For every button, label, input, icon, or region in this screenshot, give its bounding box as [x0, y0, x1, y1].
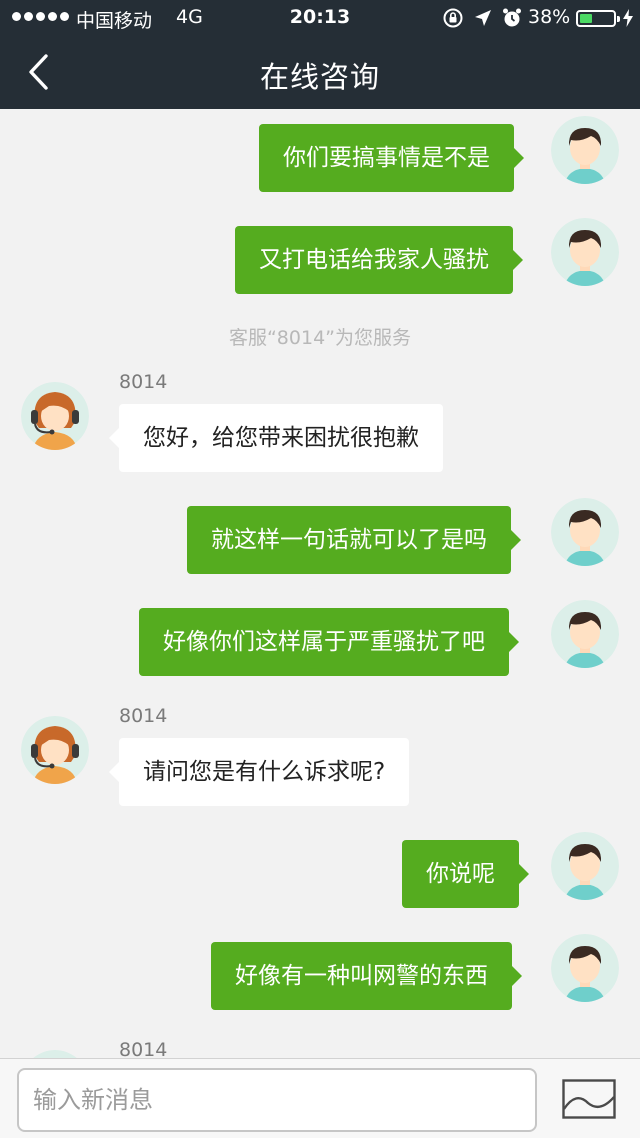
status-bar: 中国移动 4G 20:13 38% — [0, 0, 640, 36]
user-avatar[interactable] — [551, 116, 619, 184]
agent-avatar[interactable] — [21, 716, 89, 784]
chat-message-list[interactable]: 你们要搞事情是不是 又打电话给我家人骚扰 客服“8014”为您服务 8014 您… — [0, 109, 640, 1059]
agent-message-bubble[interactable]: 您好，给您带来困扰很抱歉 — [109, 404, 443, 472]
agent-avatar[interactable] — [21, 382, 89, 450]
battery-percent: 38% — [528, 6, 571, 28]
user-message-bubble[interactable]: 就这样一句话就可以了是吗 — [187, 506, 521, 574]
user-avatar[interactable] — [551, 218, 619, 286]
message-input[interactable] — [17, 1068, 537, 1132]
user-message-bubble[interactable]: 又打电话给我家人骚扰 — [235, 226, 523, 294]
agent-message-bubble[interactable]: 请问您是有什么诉求呢? — [108, 738, 410, 806]
agent-name: 8014 — [119, 705, 168, 727]
battery-icon — [576, 10, 620, 27]
location-arrow-icon — [475, 10, 491, 26]
alarm-clock-icon — [503, 8, 521, 27]
user-avatar[interactable] — [551, 934, 619, 1002]
rotation-lock-icon — [443, 8, 463, 28]
user-avatar[interactable] — [551, 498, 619, 566]
page-title: 在线咨询 — [259, 60, 380, 94]
image-picture-icon[interactable] — [562, 1079, 616, 1119]
user-avatar[interactable] — [551, 600, 619, 668]
system-note: 客服“8014”为您服务 — [228, 327, 412, 349]
message-input-bar — [0, 1058, 640, 1138]
user-avatar[interactable] — [551, 832, 619, 900]
charging-bolt-icon — [623, 9, 633, 27]
navigation-bar: 在线咨询 — [0, 36, 640, 109]
agent-name: 8014 — [119, 1039, 168, 1059]
user-message-bubble[interactable]: 你说呢 — [402, 840, 529, 908]
user-message-bubble[interactable]: 好像你们这样属于严重骚扰了吧 — [139, 608, 519, 676]
top-bar: 中国移动 4G 20:13 38% 在线咨询 — [0, 0, 640, 109]
user-message-bubble[interactable]: 你们要搞事情是不是 — [259, 124, 524, 192]
user-message-bubble[interactable]: 好像有一种叫网警的东西 — [211, 942, 522, 1010]
agent-name: 8014 — [119, 371, 168, 393]
